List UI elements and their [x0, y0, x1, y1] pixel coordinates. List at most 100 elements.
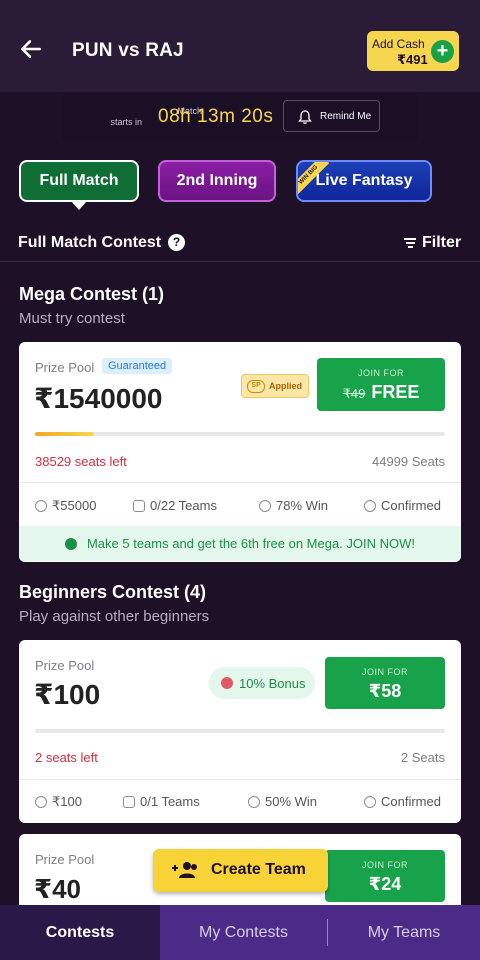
teams-info: 0/22 Teams [133, 498, 217, 513]
add-cash-label: Add Cash [372, 37, 425, 51]
join-price: ₹24 [368, 874, 402, 894]
seats-left: 38529 seats left [35, 454, 127, 469]
tab-2nd-inning[interactable]: 2nd Inning [158, 160, 276, 202]
remind-me-button[interactable]: Remind Me [283, 100, 380, 132]
bonus-badge: 10% Bonus [209, 667, 315, 699]
add-team-icon [172, 862, 197, 878]
contest-header-row: Full Match Contest ? Filter [0, 222, 480, 262]
offer-icon [64, 538, 77, 550]
original-entry-fee: ₹49 [342, 386, 366, 401]
tab-label: 2nd Inning [176, 172, 258, 189]
confirmed-status: Confirmed [381, 794, 441, 809]
contest-card-beginners-1[interactable]: Prize Pool ₹100 10% Bonus JOIN FOR ₹58 2… [19, 640, 461, 823]
win-info: 50% Win [248, 794, 317, 809]
trophy-icon [35, 500, 47, 512]
join-button[interactable]: JOIN FOR ₹49 FREE [317, 358, 445, 411]
teams-count: 0/1 Teams [140, 794, 200, 809]
first-prize: ₹55000 [52, 498, 97, 513]
first-prize: ₹100 [52, 794, 82, 809]
join-price: ₹49 FREE [317, 382, 445, 403]
bottom-nav: Contests My Contests My Teams [0, 905, 480, 960]
timer-label-line2: starts in [110, 117, 142, 127]
applied-tag: SP Applied [241, 374, 309, 398]
seats-left: 2 seats left [35, 750, 98, 765]
join-price: ₹58 [368, 681, 402, 701]
nav-my-teams[interactable]: My Teams [328, 905, 480, 960]
nav-label: My Contests [199, 924, 288, 941]
join-for-label: JOIN FOR [362, 667, 408, 677]
match-timer: Match starts in 08h 13m 20s Remind Me [62, 94, 418, 140]
prize-amount: ₹40 [34, 874, 82, 904]
promo-text: Make 5 teams and get the 6th free on Meg… [86, 536, 416, 551]
confirmed-info: Confirmed [364, 498, 441, 513]
section-title-mega: Mega Contest (1) [19, 284, 165, 304]
bonus-label: 10% Bonus [239, 676, 306, 691]
join-for-label: JOIN FOR [358, 368, 404, 378]
prize-pool-label: Prize Pool [35, 852, 95, 867]
total-seats: 44999 Seats [371, 454, 445, 469]
trophy-icon [35, 796, 47, 808]
filter-icon [404, 236, 416, 250]
first-prize-info: ₹100 [35, 794, 82, 810]
help-icon[interactable]: ? [168, 234, 185, 251]
confirmed-info: Confirmed [364, 794, 441, 809]
promo-banner[interactable]: Make 5 teams and get the 6th free on Meg… [19, 526, 461, 561]
match-title: PUN vs RAJ [72, 40, 184, 61]
section-title-beginners: Beginners Contest (4) [19, 582, 207, 602]
bell-icon [298, 110, 312, 124]
join-button[interactable]: JOIN FOR ₹58 [325, 657, 445, 709]
win-percent: 50% Win [265, 794, 318, 809]
add-cash-button[interactable]: Add Cash ₹491 + [367, 31, 459, 71]
contest-card-mega[interactable]: Prize Pool Guaranteed ₹1540000 SP Applie… [19, 342, 461, 562]
section-subtitle-mega: Must try contest [19, 310, 125, 327]
filter-button[interactable]: Filter [404, 234, 461, 252]
nav-my-contests[interactable]: My Contests [160, 905, 327, 960]
prize-amount: ₹1540000 [34, 383, 163, 414]
sp-icon: SP [247, 380, 265, 393]
tab-label: Live Fantasy [315, 172, 413, 189]
divider [19, 779, 461, 780]
nav-contests[interactable]: Contests [0, 905, 160, 960]
wallet-balance: ₹491 [397, 52, 428, 67]
app-header: PUN vs RAJ Add Cash ₹491 + [0, 0, 480, 92]
check-circle-icon [364, 796, 376, 808]
first-prize-info: ₹55000 [35, 498, 96, 514]
seats-progress-fill [35, 432, 95, 436]
jersey-icon [123, 796, 135, 808]
applied-label: Applied [269, 381, 302, 391]
prize-pool-label: Prize Pool [35, 658, 95, 673]
teams-info: 0/1 Teams [123, 794, 200, 809]
join-for-label: JOIN FOR [362, 860, 408, 870]
tab-label: Full Match [39, 172, 119, 189]
countdown: 08h 13m 20s [158, 106, 274, 127]
prize-pool-label: Prize Pool [35, 360, 95, 375]
back-arrow-icon[interactable] [18, 36, 44, 62]
create-team-button[interactable]: Create Team [153, 849, 328, 892]
win-info: 78% Win [259, 498, 328, 513]
section-subtitle-beginners: Play against other beginners [19, 608, 210, 625]
cup-icon [259, 500, 271, 512]
tab-live-fantasy[interactable]: WIN BIG Live Fantasy [296, 160, 432, 202]
plus-icon: + [431, 40, 454, 63]
nav-label: Contests [45, 924, 115, 941]
jersey-icon [133, 500, 145, 512]
active-tab-indicator [71, 201, 87, 210]
join-button[interactable]: JOIN FOR ₹24 [325, 850, 445, 902]
check-circle-icon [364, 500, 376, 512]
filter-label: Filter [422, 234, 462, 251]
create-team-label: Create Team [211, 861, 306, 878]
remind-me-label: Remind Me [320, 111, 372, 122]
confirmed-status: Confirmed [381, 498, 441, 513]
nav-label: My Teams [367, 924, 441, 941]
guaranteed-badge: Guaranteed [102, 358, 173, 374]
teams-count: 0/22 Teams [150, 498, 217, 513]
divider [19, 482, 461, 483]
entry-price: FREE [371, 382, 420, 402]
bonus-icon [221, 677, 233, 689]
win-percent: 78% Win [276, 498, 329, 513]
contest-header-title: Full Match Contest [18, 234, 162, 251]
seats-progress-bar [35, 729, 445, 733]
total-seats: 2 Seats [400, 750, 445, 765]
cup-icon [248, 796, 260, 808]
tab-full-match[interactable]: Full Match [19, 160, 139, 202]
